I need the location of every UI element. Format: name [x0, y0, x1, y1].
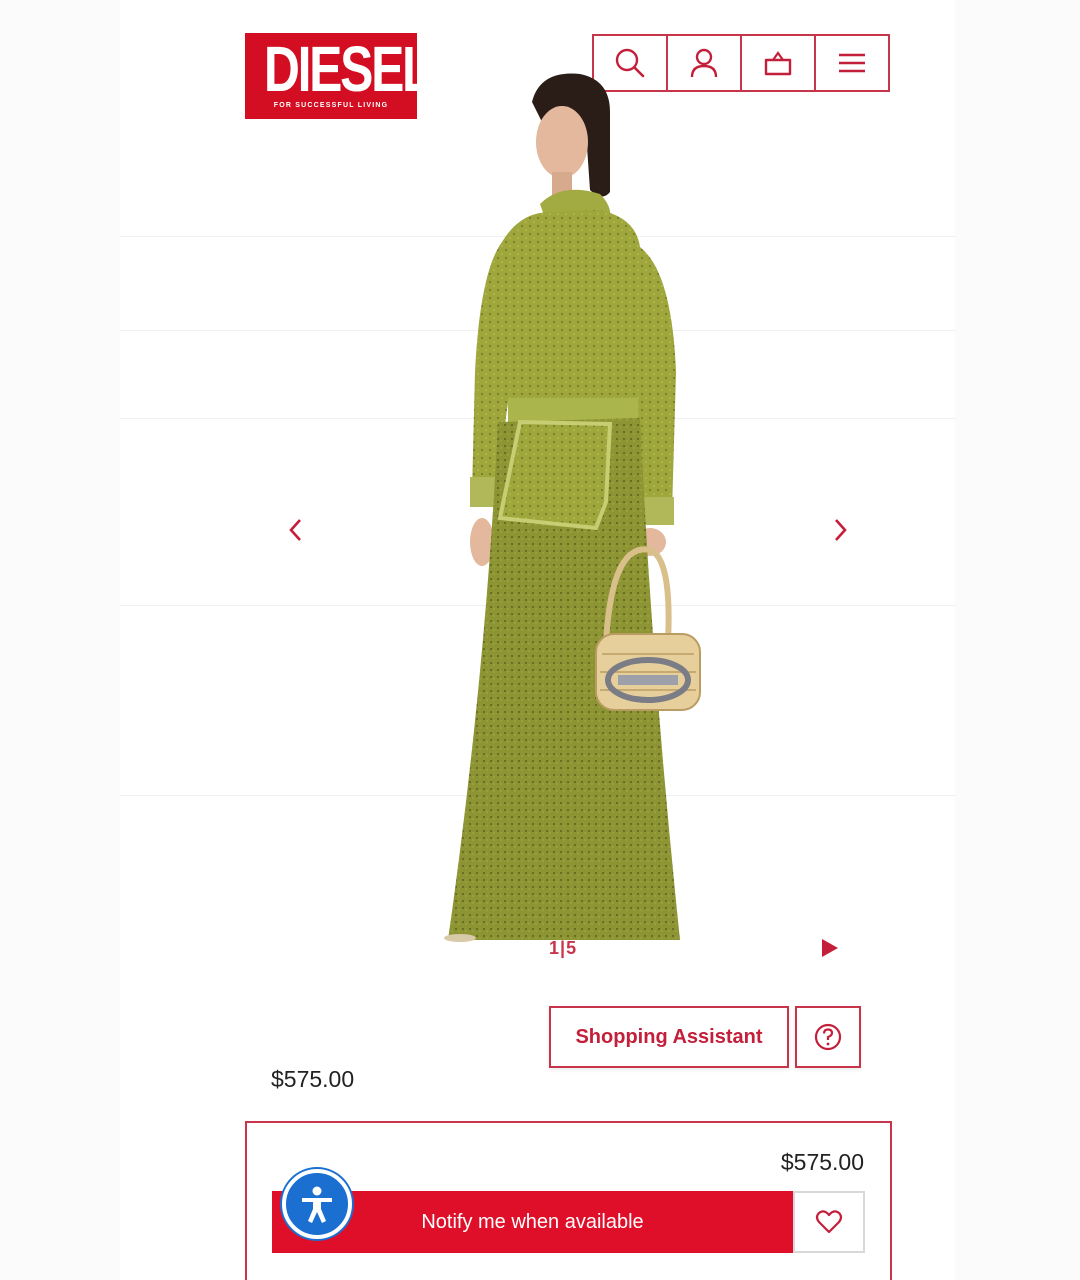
notify-me-label: Notify me when available	[421, 1210, 644, 1233]
total-image-count: 5	[566, 938, 578, 958]
chevron-left-icon	[289, 519, 301, 541]
wishlist-button[interactable]	[793, 1191, 865, 1253]
basket-icon	[764, 51, 792, 76]
accessibility-icon	[302, 1186, 332, 1223]
basket-button[interactable]	[742, 36, 816, 90]
current-image-number: 1	[549, 938, 561, 958]
menu-icon	[839, 53, 865, 73]
heart-icon	[815, 1210, 843, 1234]
previous-image-button[interactable]	[280, 510, 310, 550]
accessibility-button[interactable]	[282, 1169, 352, 1239]
chevron-right-icon	[835, 519, 847, 541]
help-button[interactable]	[795, 1006, 861, 1068]
shopping-assistant-label: Shopping Assistant	[575, 1025, 763, 1048]
purchase-bar-price: $575.00	[780, 1149, 864, 1175]
menu-button[interactable]	[816, 36, 888, 90]
logo-wordmark: DIESEL	[263, 33, 433, 105]
logo-tagline: FOR SUCCESSFUL LIVING	[273, 102, 389, 109]
shopping-assistant-button[interactable]: Shopping Assistant	[549, 1006, 789, 1068]
next-image-button[interactable]	[826, 510, 856, 550]
product-price: $575.00	[271, 1066, 355, 1092]
product-image[interactable]	[440, 72, 710, 947]
question-icon	[814, 1023, 842, 1051]
diesel-logo[interactable]: DIESEL FOR SUCCESSFUL LIVING	[245, 33, 433, 119]
play-icon[interactable]	[820, 937, 840, 959]
image-counter: 1|5	[549, 938, 577, 959]
